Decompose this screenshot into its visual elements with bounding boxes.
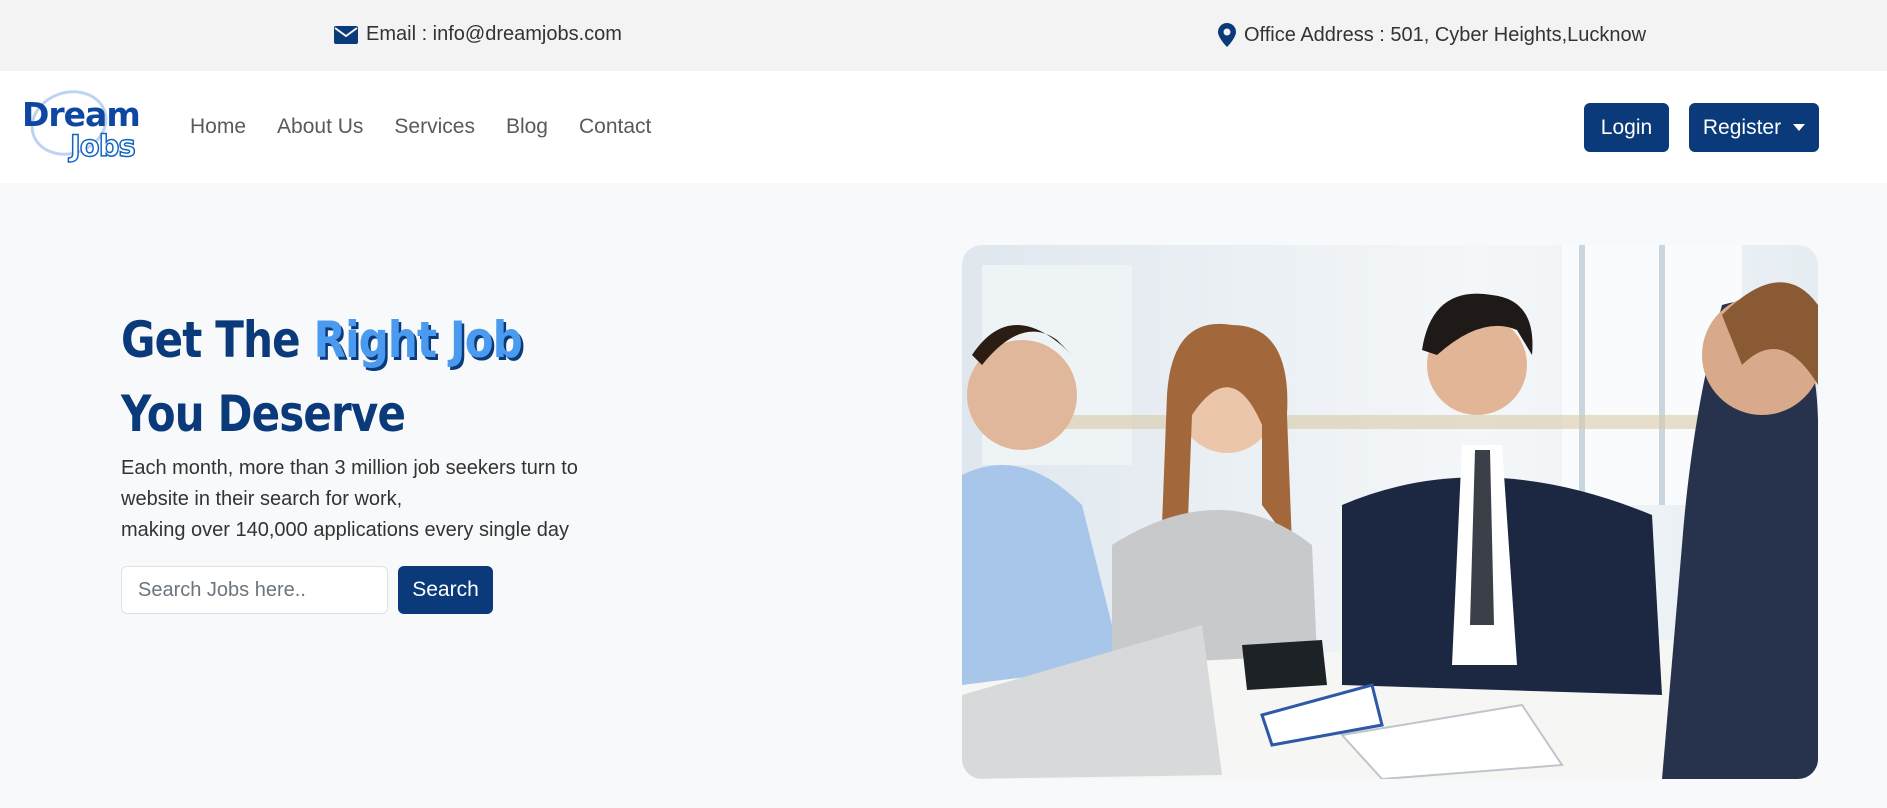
nav-home[interactable]: Home bbox=[190, 115, 246, 139]
nav-links: Home About Us Services Blog Contact bbox=[190, 71, 651, 183]
subtext-line: website in their search for work, bbox=[121, 488, 403, 510]
hero-subtext: Each month, more than 3 million job seek… bbox=[121, 453, 578, 546]
headline-part2: You Deserve bbox=[121, 385, 406, 443]
login-button[interactable]: Login bbox=[1584, 103, 1669, 152]
login-label: Login bbox=[1600, 115, 1653, 139]
headline-accent: Right Job bbox=[313, 311, 523, 369]
headline-part1: Get The bbox=[121, 311, 314, 369]
main-navbar: Dream Jobs Home About Us Services Blog C… bbox=[0, 71, 1887, 183]
nav-blog[interactable]: Blog bbox=[506, 115, 548, 139]
subtext-line: making over 140,000 applications every s… bbox=[121, 519, 570, 541]
nav-contact[interactable]: Contact bbox=[579, 115, 651, 139]
address-text: Office Address : 501, Cyber Heights,Luck… bbox=[1244, 23, 1647, 46]
contact-email[interactable]: Email : info@dreamjobs.com bbox=[334, 23, 622, 46]
caret-down-icon bbox=[1793, 124, 1806, 131]
envelope-icon bbox=[334, 25, 358, 45]
nav-about-us[interactable]: About Us bbox=[277, 115, 363, 139]
office-address: Office Address : 501, Cyber Heights,Luck… bbox=[1218, 23, 1646, 47]
register-label: Register bbox=[1702, 115, 1782, 139]
job-search-input[interactable] bbox=[121, 566, 388, 614]
nav-services[interactable]: Services bbox=[394, 115, 475, 139]
hero-headline: Get The Right Job You Deserve bbox=[121, 303, 523, 451]
email-text: Email : info@dreamjobs.com bbox=[366, 23, 622, 45]
logo-word-jobs: Jobs bbox=[69, 128, 136, 164]
dreamjobs-logo[interactable]: Dream Jobs bbox=[22, 80, 142, 166]
register-dropdown-button[interactable]: Register bbox=[1689, 103, 1819, 152]
map-pin-icon bbox=[1218, 23, 1236, 47]
hero-team-meeting-image bbox=[962, 245, 1818, 779]
hero-section: Get The Right Job You Deserve Each month… bbox=[0, 183, 1887, 808]
search-button[interactable]: Search bbox=[398, 566, 493, 614]
top-info-bar: Email : info@dreamjobs.com Office Addres… bbox=[0, 0, 1887, 71]
subtext-line: Each month, more than 3 million job seek… bbox=[121, 457, 578, 479]
